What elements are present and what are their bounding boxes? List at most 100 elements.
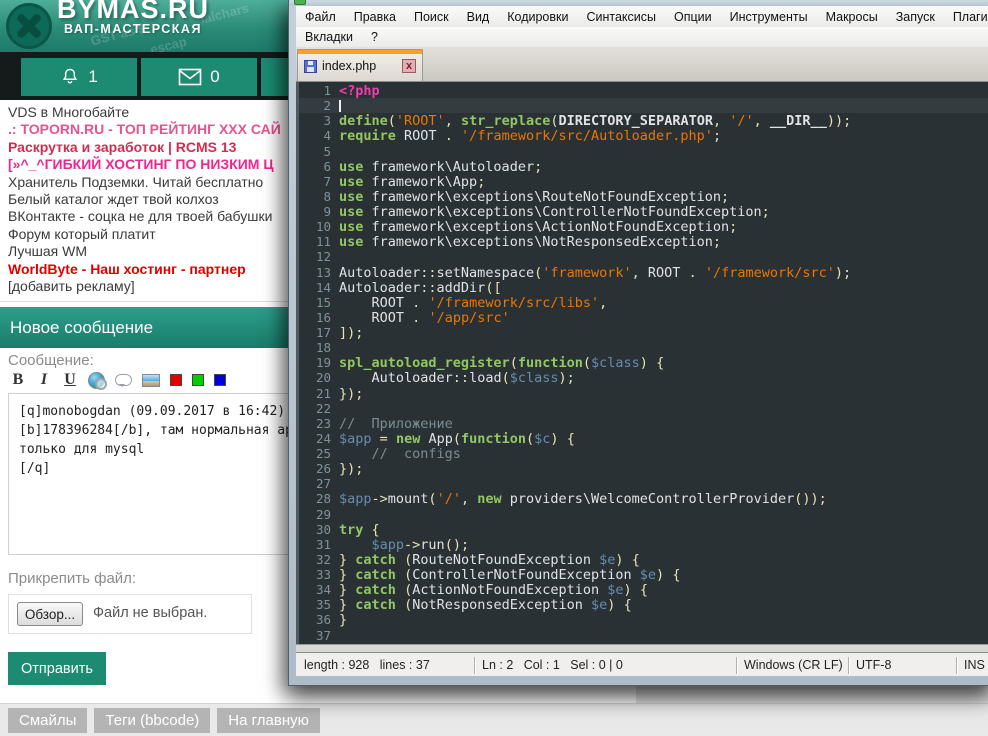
file-input-box: Обзор... Файл не выбран.	[8, 594, 252, 634]
bold-button[interactable]: B	[10, 371, 26, 389]
line-number: 25	[299, 446, 331, 461]
tab-label: index.php	[322, 59, 376, 73]
code-line[interactable]: 30try {	[299, 522, 988, 537]
horizontal-scrollbar[interactable]	[296, 644, 988, 652]
line-number: 6	[299, 159, 331, 174]
code-line[interactable]: 23// Приложение	[299, 416, 988, 431]
code-line[interactable]: 5	[299, 144, 988, 159]
send-button[interactable]: Отправить	[8, 652, 106, 685]
status-bar: length : 928 lines : 37 Ln : 2 Col : 1 S…	[296, 652, 988, 676]
line-number: 19	[299, 355, 331, 370]
code-line[interactable]: 18	[299, 340, 988, 355]
line-number: 31	[299, 537, 331, 552]
line-number: 26	[299, 461, 331, 476]
code-line[interactable]: 36}	[299, 612, 988, 627]
menu-плагины[interactable]: Плагины	[944, 7, 988, 27]
notifications-button[interactable]: 1	[21, 58, 137, 96]
code-line[interactable]: 20 Autoloader::load($class);	[299, 370, 988, 385]
code-line[interactable]: 34} catch (ActionNotFoundException $e) {	[299, 582, 988, 597]
code-line[interactable]: 12	[299, 249, 988, 264]
line-number: 24	[299, 431, 331, 446]
menu-вкладки[interactable]: Вкладки	[296, 27, 362, 47]
code-lines: 1<?php23define('ROOT', str_replace(DIREC…	[299, 83, 988, 643]
image-icon[interactable]	[142, 374, 160, 387]
code-line[interactable]: 13Autoloader::setNamespace('framework', …	[299, 265, 988, 280]
green-color-swatch[interactable]	[192, 374, 204, 386]
code-line[interactable]: 1<?php	[299, 83, 988, 98]
code-line[interactable]: 15 ROOT . '/framework/src/libs',	[299, 295, 988, 310]
status-caret-stats: Ln : 2 Col : 1 Sel : 0 | 0	[482, 653, 623, 676]
code-line[interactable]: 21});	[299, 386, 988, 401]
menu-макросы[interactable]: Макросы	[817, 7, 887, 27]
line-number: 37	[299, 628, 331, 643]
code-line[interactable]: 29	[299, 507, 988, 522]
messages-button[interactable]: 0	[141, 58, 257, 96]
link-icon[interactable]	[88, 372, 105, 389]
line-number: 35	[299, 597, 331, 612]
code-line[interactable]: 11use framework\exceptions\NotResponsedE…	[299, 234, 988, 249]
menu-?[interactable]: ?	[362, 27, 387, 47]
quote-bubble-icon[interactable]	[115, 374, 132, 386]
code-line[interactable]: 32} catch (RouteNotFoundException $e) {	[299, 552, 988, 567]
line-number: 17	[299, 325, 331, 340]
red-color-swatch[interactable]	[170, 374, 182, 386]
site-logo-tools-icon[interactable]	[6, 3, 52, 49]
footer-button[interactable]: Смайлы	[8, 708, 87, 733]
code-line[interactable]: 33} catch (ControllerNotFoundException $…	[299, 567, 988, 582]
line-number: 29	[299, 507, 331, 522]
code-line[interactable]: 16 ROOT . '/app/src'	[299, 310, 988, 325]
line-number: 34	[299, 582, 331, 597]
footer-button[interactable]: На главную	[217, 708, 320, 733]
code-line[interactable]: 25 // configs	[299, 446, 988, 461]
code-line[interactable]: 35} catch (NotResponsedException $e) {	[299, 597, 988, 612]
code-line[interactable]: 4require ROOT . '/framework/src/Autoload…	[299, 128, 988, 143]
line-number: 13	[299, 265, 331, 280]
code-line[interactable]: 3define('ROOT', str_replace(DIRECTORY_SE…	[299, 113, 988, 128]
menu-опции[interactable]: Опции	[665, 7, 721, 27]
menu-запуск[interactable]: Запуск	[887, 7, 944, 27]
code-line[interactable]: 31 $app->run();	[299, 537, 988, 552]
code-line[interactable]: 8use framework\exceptions\RouteNotFoundE…	[299, 189, 988, 204]
browse-button[interactable]: Обзор...	[17, 602, 83, 626]
code-line[interactable]: 2	[299, 98, 988, 113]
notepadpp-window: ФайлПравкаПоискВидКодировкиСинтаксисыОпц…	[288, 0, 988, 686]
line-number: 12	[299, 249, 331, 264]
site-subtitle: ВАП-МАСТЕРСКАЯ	[64, 22, 202, 36]
code-line[interactable]: 7use framework\App;	[299, 174, 988, 189]
code-line[interactable]: 9use framework\exceptions\ControllerNotF…	[299, 204, 988, 219]
code-line[interactable]: 19spl_autoload_register(function($class)…	[299, 355, 988, 370]
code-line[interactable]: 37	[299, 628, 988, 643]
notepadpp-app-icon	[294, 0, 306, 5]
tab-close-icon[interactable]: x	[402, 59, 416, 73]
italic-button[interactable]: I	[36, 371, 52, 389]
code-line[interactable]: 17]);	[299, 325, 988, 340]
footer-button[interactable]: Теги (bbcode)	[94, 708, 210, 733]
code-editor[interactable]: 1<?php23define('ROOT', str_replace(DIREC…	[296, 82, 988, 644]
blue-color-swatch[interactable]	[214, 374, 226, 386]
code-line[interactable]: 6use framework\Autoloader;	[299, 159, 988, 174]
menu-вид[interactable]: Вид	[458, 7, 499, 27]
line-number: 28	[299, 491, 331, 506]
code-line[interactable]: 22	[299, 401, 988, 416]
menu-файл[interactable]: Файл	[296, 7, 345, 27]
code-line[interactable]: 28$app->mount('/', new providers\Welcome…	[299, 491, 988, 506]
code-line[interactable]: 26});	[299, 461, 988, 476]
line-number: 22	[299, 401, 331, 416]
code-line[interactable]: 14Autoloader::addDir([	[299, 280, 988, 295]
status-typing-mode[interactable]: INS	[964, 653, 985, 676]
code-line[interactable]: 10use framework\exceptions\ActionNotFoun…	[299, 219, 988, 234]
tab-index-php[interactable]: index.php x	[297, 49, 423, 81]
menu-синтаксисы[interactable]: Синтаксисы	[577, 7, 665, 27]
menu-правка[interactable]: Правка	[345, 7, 405, 27]
menu-кодировки[interactable]: Кодировки	[498, 7, 577, 27]
saved-floppy-icon	[304, 60, 317, 73]
code-line[interactable]: 24$app = new App(function($c) {	[299, 431, 988, 446]
line-number: 15	[299, 295, 331, 310]
underline-button[interactable]: U	[62, 371, 78, 389]
line-number: 3	[299, 113, 331, 128]
menu-инструменты[interactable]: Инструменты	[721, 7, 817, 27]
status-encoding: UTF-8	[856, 653, 891, 676]
code-line[interactable]: 27	[299, 476, 988, 491]
line-number: 33	[299, 567, 331, 582]
menu-поиск[interactable]: Поиск	[405, 7, 458, 27]
